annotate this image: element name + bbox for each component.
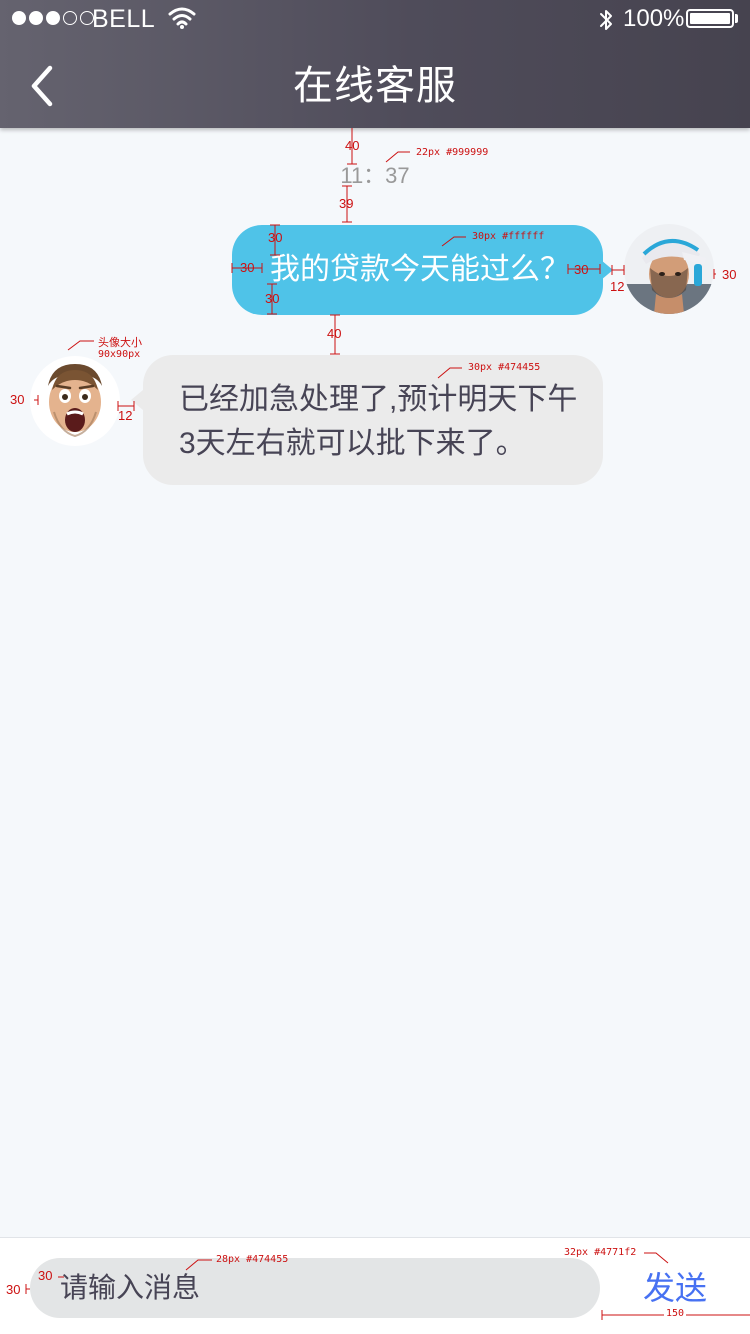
- page-title: 在线客服: [293, 64, 457, 108]
- annotation-avatar-gap-left: 12: [118, 408, 133, 423]
- battery-percent: 100%: [623, 5, 685, 32]
- send-button[interactable]: 发送: [600, 1258, 750, 1318]
- user-avatar[interactable]: [624, 224, 714, 314]
- incoming-message-line: 已经加急处理了,预计明天下午: [179, 383, 578, 416]
- incoming-message-bubble: 已经加急处理了,预计明天下午 3天左右就可以批下来了。: [143, 355, 603, 485]
- annotation-time-gap-top: 40: [345, 138, 360, 153]
- annotation-avatar-gap-right: 12: [610, 279, 625, 294]
- message-timestamp: 11：37: [340, 163, 410, 188]
- outgoing-message-text: 我的贷款今天能过么？: [270, 253, 570, 286]
- outgoing-message-bubble: 我的贷款今天能过么？: [232, 225, 603, 315]
- message-input[interactable]: [30, 1258, 600, 1318]
- incoming-message-line: 3天左右就可以批下来了。: [179, 427, 526, 460]
- header-bar: BELL 100% 在线客服: [0, 0, 750, 128]
- status-bar: BELL 100%: [0, 0, 750, 40]
- carrier-name: BELL: [92, 5, 156, 33]
- incoming-bubble-tail: [131, 390, 143, 410]
- outgoing-bubble-tail: [601, 260, 613, 280]
- annotation-avatar-margin-left: 30: [10, 392, 25, 407]
- annotation-msg-gap: 40: [327, 326, 342, 341]
- annotation-avatar-margin-right: 30: [722, 267, 737, 282]
- annotation-avatar-size-label: 头像大小: [98, 337, 142, 349]
- agent-avatar[interactable]: [30, 356, 120, 446]
- annotation-time-spec: 22px #999999: [416, 147, 489, 158]
- spec-annotation-lines: [25, 128, 750, 1320]
- annotation-time-gap-bottom: 39: [339, 196, 354, 211]
- signal-strength-icon: [12, 11, 94, 25]
- annotation-avatar-size-value: 90x90px: [98, 349, 141, 360]
- bluetooth-icon: [598, 7, 614, 40]
- wifi-icon: [168, 6, 196, 37]
- battery-icon: [686, 9, 734, 28]
- message-composer: 发送: [0, 1237, 750, 1334]
